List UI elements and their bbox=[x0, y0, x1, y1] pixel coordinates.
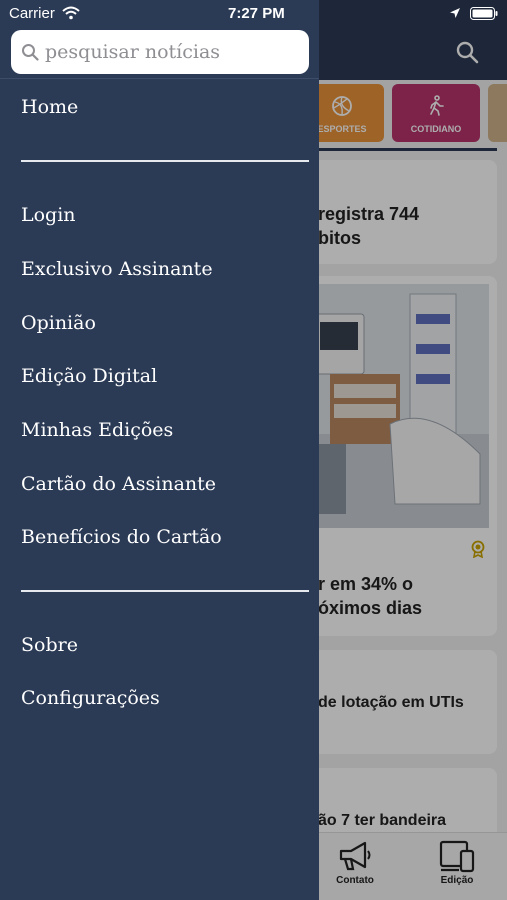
wifi-icon bbox=[62, 6, 80, 20]
carrier-label: Carrier bbox=[9, 5, 55, 22]
side-drawer: Home Login Exclusivo Assinante Opinião E… bbox=[0, 0, 319, 900]
menu-item-sobre[interactable]: Sobre bbox=[21, 633, 78, 657]
menu-item-edicao-digital[interactable]: Edição Digital bbox=[21, 364, 157, 388]
search-icon bbox=[22, 44, 39, 61]
menu-item-cartao-assinante[interactable]: Cartão do Assinante bbox=[21, 472, 216, 496]
menu-item-beneficios-cartao[interactable]: Benefícios do Cartão bbox=[21, 525, 222, 549]
menu-item-configuracoes[interactable]: Configurações bbox=[21, 686, 160, 710]
search-box[interactable] bbox=[11, 30, 309, 74]
status-bar: Carrier 7:27 PM bbox=[0, 0, 507, 28]
menu-item-minhas-edicoes[interactable]: Minhas Edições bbox=[21, 418, 173, 442]
divider bbox=[0, 78, 319, 79]
menu-item-exclusivo-assinante[interactable]: Exclusivo Assinante bbox=[21, 257, 213, 281]
menu-item-opiniao[interactable]: Opinião bbox=[21, 311, 96, 335]
status-time: 7:27 PM bbox=[228, 5, 285, 22]
menu-divider bbox=[21, 160, 309, 162]
menu-item-home[interactable]: Home bbox=[21, 95, 78, 119]
search-input[interactable] bbox=[45, 37, 300, 67]
menu-divider bbox=[21, 590, 309, 592]
location-arrow-icon bbox=[450, 8, 460, 18]
battery-icon bbox=[470, 7, 498, 20]
menu-item-login[interactable]: Login bbox=[21, 203, 76, 227]
